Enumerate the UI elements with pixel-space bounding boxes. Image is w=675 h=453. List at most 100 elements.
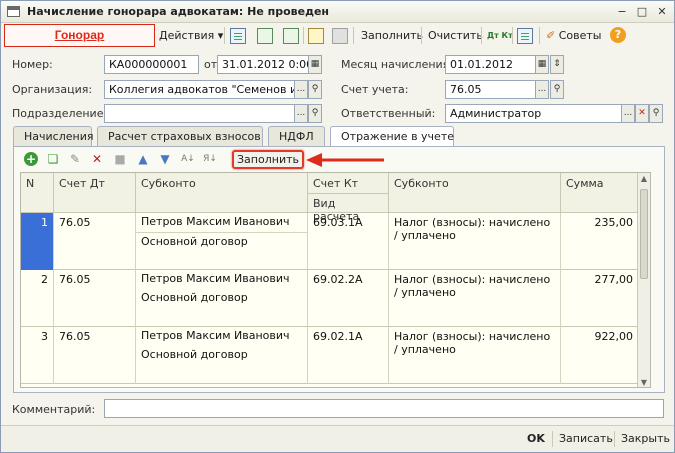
comment-label: Комментарий: bbox=[12, 403, 96, 416]
save-row-icon[interactable]: ■ bbox=[113, 152, 127, 166]
ok-button[interactable]: OK bbox=[527, 432, 545, 445]
subkonto-dt-cell[interactable]: Петров Максим Иванович Основной договор bbox=[136, 327, 308, 384]
date-field[interactable]: 31.01.2012 0:00:00 bbox=[217, 55, 309, 74]
close-button[interactable]: Закрыть bbox=[621, 432, 670, 445]
actions-label: Действия bbox=[159, 29, 215, 42]
window-title: Начисление гонорара адвокатам: Не провед… bbox=[27, 5, 330, 18]
responsible-field[interactable]: Администратор bbox=[445, 104, 636, 123]
copy-row-icon[interactable]: ❏ bbox=[46, 152, 60, 166]
number-field[interactable]: КА000000001 bbox=[104, 55, 199, 74]
tab-panel: + ❏ ✎ ✕ ■ ▲ ▼ A↓ Я↓ Заполнить N Счет Дт … bbox=[13, 146, 665, 393]
delete-icon[interactable]: ✕ bbox=[90, 152, 104, 166]
print-icon[interactable] bbox=[332, 28, 348, 44]
column-header-subkonto-dt[interactable]: Субконто bbox=[136, 173, 308, 213]
column-header-sum[interactable]: Сумма bbox=[561, 173, 639, 213]
column-header-account-kt[interactable]: Счет Кт Вид расчета bbox=[308, 173, 389, 223]
subkonto-kt-cell[interactable]: Налог (взносы): начислено / уплачено bbox=[389, 327, 561, 384]
accrual-month-label: Месяц начисления: bbox=[341, 58, 453, 71]
calendar-icon[interactable]: ▦ bbox=[535, 55, 549, 74]
subkonto-dt-cell[interactable]: Петров Максим Иванович Основной договор bbox=[136, 270, 308, 327]
subkonto-kt-cell[interactable]: Налог (взносы): начислено / уплачено bbox=[389, 270, 561, 327]
select-ellipsis-icon[interactable]: ... bbox=[535, 80, 549, 99]
tab-ndfl[interactable]: НДФЛ bbox=[268, 126, 325, 146]
journal-icon[interactable] bbox=[517, 28, 533, 44]
posting-icon[interactable] bbox=[257, 28, 273, 44]
add-row-icon[interactable]: + bbox=[24, 152, 38, 166]
search-icon[interactable]: ⚲ bbox=[550, 80, 564, 99]
maximize-icon[interactable]: □ bbox=[635, 5, 649, 19]
subkonto-kt-cell[interactable]: Налог (взносы): начислено / уплачено bbox=[389, 213, 561, 270]
select-ellipsis-icon[interactable]: ... bbox=[294, 80, 308, 99]
minimize-icon[interactable]: − bbox=[615, 5, 629, 19]
edit-icon[interactable]: ✎ bbox=[68, 152, 82, 166]
account-field[interactable]: 76.05 bbox=[445, 80, 536, 99]
move-down-icon[interactable]: ▼ bbox=[158, 152, 172, 166]
search-icon[interactable]: ⚲ bbox=[649, 104, 663, 123]
row-number[interactable]: 3 bbox=[21, 327, 54, 384]
tab-insurance-calc[interactable]: Расчет страховых взносов bbox=[97, 126, 263, 146]
column-header-n[interactable]: N bbox=[21, 173, 54, 213]
accrual-month-field[interactable]: 01.01.2012 bbox=[445, 55, 536, 74]
sum-cell[interactable]: 277,00 bbox=[561, 270, 639, 327]
search-icon[interactable]: ⚲ bbox=[308, 80, 322, 99]
scroll-down-icon[interactable]: ▼ bbox=[638, 377, 650, 387]
row-number[interactable]: 2 bbox=[21, 270, 54, 327]
table-row[interactable]: 3 76.05 Петров Максим Иванович Основной … bbox=[21, 327, 650, 384]
table-row[interactable]: 1 76.05 Петров Максим Иванович Основной … bbox=[21, 213, 650, 270]
annotation-arrow-icon bbox=[306, 153, 384, 167]
scroll-up-icon[interactable]: ▲ bbox=[638, 173, 650, 185]
save-button[interactable]: Записать bbox=[559, 432, 613, 445]
toolbar-divider bbox=[421, 27, 422, 44]
column-header-subkonto-kt[interactable]: Субконто bbox=[389, 173, 561, 213]
account-dt-cell[interactable]: 76.05 bbox=[54, 327, 136, 384]
fill-toolbar-button[interactable]: Заполнить bbox=[361, 27, 423, 45]
subkonto-contract: Основной договор bbox=[141, 291, 248, 304]
move-up-icon[interactable]: ▲ bbox=[136, 152, 150, 166]
tab-accruals[interactable]: Начисления bbox=[13, 126, 93, 146]
account-label: Счет учета: bbox=[341, 83, 409, 96]
copy-document-icon[interactable] bbox=[283, 28, 299, 44]
document-structure-icon[interactable] bbox=[308, 28, 324, 44]
row-number[interactable]: 1 bbox=[21, 213, 54, 270]
organization-field[interactable]: Коллегия адвокатов "Семенов и пар bbox=[104, 80, 295, 99]
account-dt-cell[interactable]: 76.05 bbox=[54, 270, 136, 327]
actions-menu[interactable]: Действия ▾ bbox=[159, 27, 223, 45]
toolbar-divider bbox=[539, 27, 540, 44]
account-kt-cell[interactable]: 69.02.1А bbox=[308, 327, 389, 384]
sort-ascending-icon[interactable]: A↓ bbox=[181, 152, 195, 166]
fill-button[interactable]: Заполнить bbox=[232, 150, 304, 169]
account-kt-cell[interactable]: 69.03.1А bbox=[308, 213, 389, 270]
footer-divider bbox=[614, 431, 615, 447]
column-header-account-dt[interactable]: Счет Дт bbox=[54, 173, 136, 213]
subkonto-dt-cell[interactable]: Петров Максим Иванович Основной договор bbox=[136, 213, 308, 270]
clear-icon[interactable]: ✕ bbox=[635, 104, 649, 123]
search-icon[interactable]: ⚲ bbox=[308, 104, 322, 123]
spinner-icon[interactable]: ⇕ bbox=[550, 55, 564, 74]
vertical-scrollbar[interactable]: ▲ ▼ bbox=[637, 173, 650, 387]
account-dt-cell[interactable]: 76.05 bbox=[54, 213, 136, 270]
account-kt-label: Счет Кт bbox=[313, 177, 359, 190]
tips-button[interactable]: ✐ Советы bbox=[546, 27, 601, 45]
toolbar-divider bbox=[353, 27, 354, 44]
comment-field[interactable] bbox=[104, 399, 664, 418]
department-field[interactable] bbox=[104, 104, 295, 123]
dt-kt-button[interactable]: Дт Кт bbox=[487, 27, 513, 45]
close-icon[interactable]: ✕ bbox=[655, 5, 669, 19]
post-document-icon[interactable] bbox=[230, 28, 246, 44]
table-row[interactable]: 2 76.05 Петров Максим Иванович Основной … bbox=[21, 270, 650, 327]
subkonto-person: Петров Максим Иванович bbox=[141, 215, 290, 228]
tab-gonorar[interactable]: Гонорар bbox=[4, 24, 155, 47]
sum-cell[interactable]: 922,00 bbox=[561, 327, 639, 384]
account-kt-cell[interactable]: 69.02.2А bbox=[308, 270, 389, 327]
scroll-thumb[interactable] bbox=[640, 189, 648, 279]
sort-descending-icon[interactable]: Я↓ bbox=[203, 152, 217, 166]
calendar-icon[interactable]: ▦ bbox=[308, 55, 322, 74]
select-ellipsis-icon[interactable]: ... bbox=[294, 104, 308, 123]
clear-button[interactable]: Очистить bbox=[428, 27, 483, 45]
tab-accounting-reflection[interactable]: Отражение в учете bbox=[330, 126, 454, 147]
select-ellipsis-icon[interactable]: ... bbox=[621, 104, 635, 123]
responsible-label: Ответственный: bbox=[341, 107, 436, 120]
chevron-down-icon: ▾ bbox=[217, 29, 224, 42]
help-icon[interactable]: ? bbox=[610, 27, 626, 43]
sum-cell[interactable]: 235,00 bbox=[561, 213, 639, 270]
